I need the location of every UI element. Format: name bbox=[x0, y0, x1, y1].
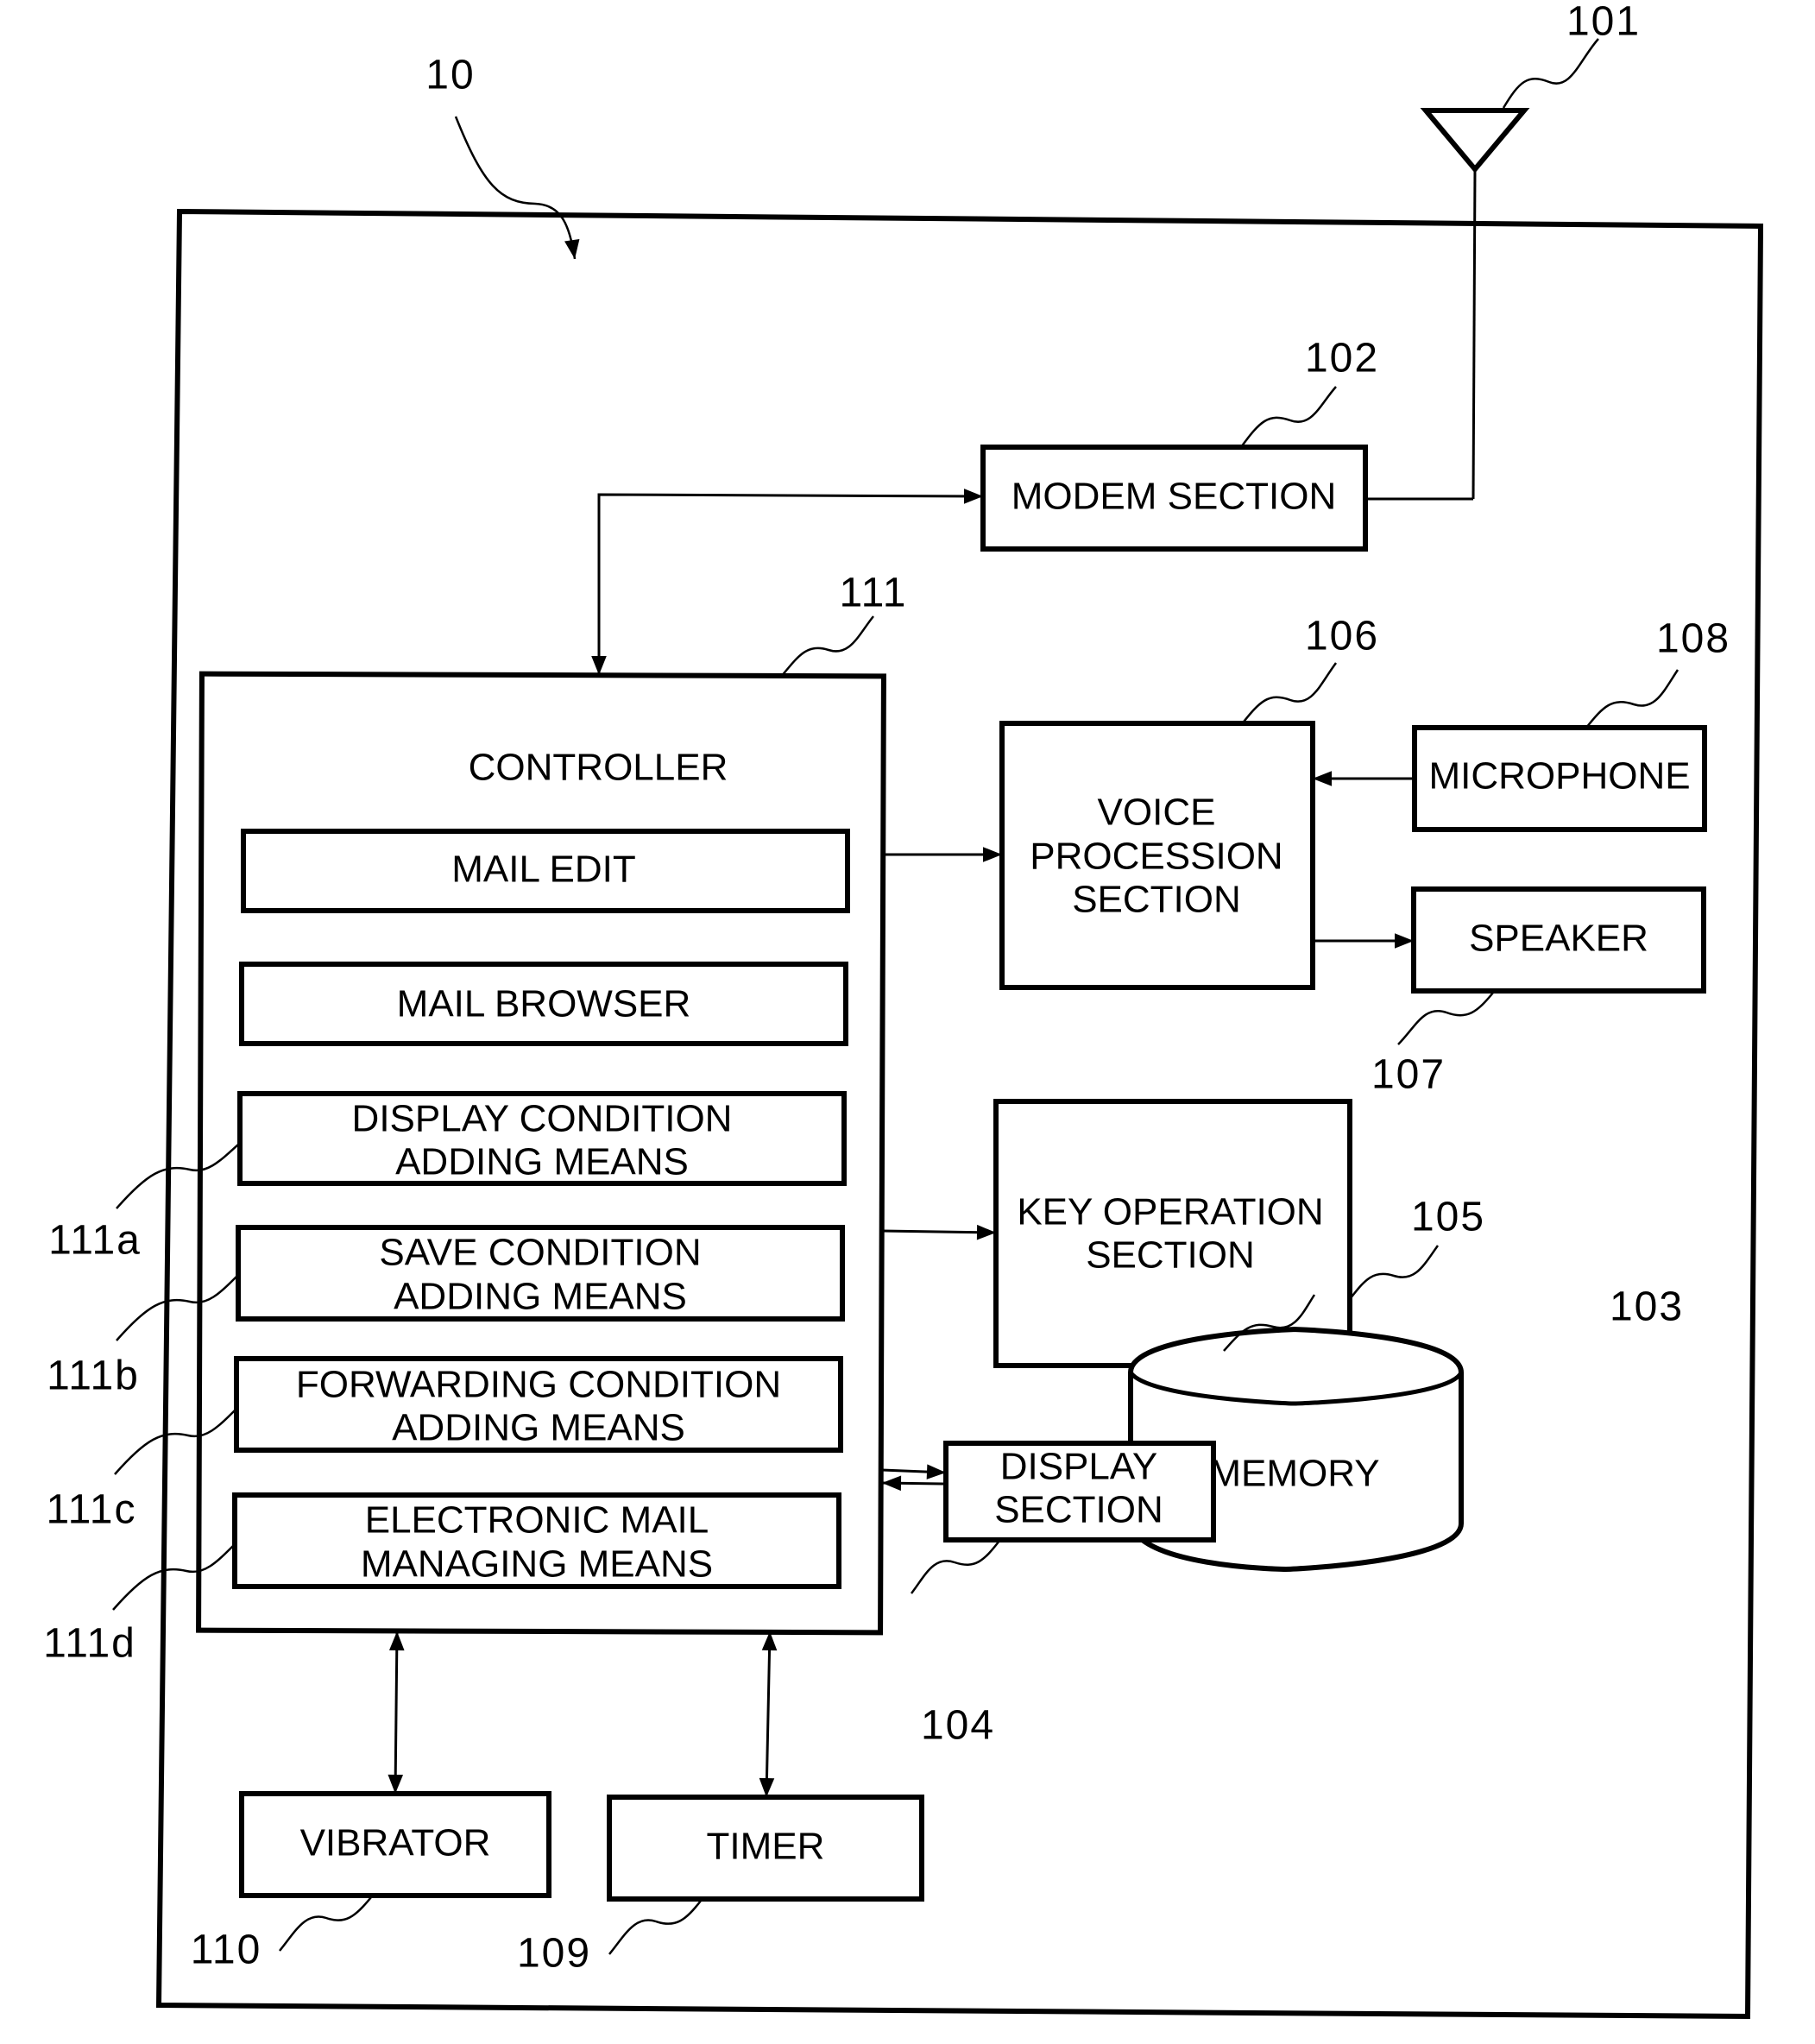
module-c-ref: 111c bbox=[47, 1487, 137, 1533]
voice-processing-label-line1: VOICE bbox=[1098, 792, 1216, 834]
display-section-label-line2: SECTION bbox=[994, 1489, 1163, 1531]
save-condition-label-line1: SAVE CONDITION bbox=[379, 1232, 701, 1274]
voice-processing-ref: 106 bbox=[1305, 614, 1379, 659]
microphone-label: MICROPHONE bbox=[1428, 755, 1690, 798]
memory-ref: 103 bbox=[1610, 1284, 1684, 1330]
module-a-ref: 111a bbox=[48, 1218, 142, 1264]
speaker-ref: 107 bbox=[1371, 1052, 1446, 1098]
key-operation-label-line1: KEY OPERATION bbox=[1017, 1191, 1323, 1233]
display-condition-label-line2: ADDING MEANS bbox=[395, 1141, 689, 1183]
voice-processing-label-line3: SECTION bbox=[1072, 879, 1241, 921]
mail-edit-label: MAIL EDIT bbox=[451, 849, 636, 891]
microphone-leader bbox=[1585, 669, 1680, 729]
key-operation-label-line2: SECTION bbox=[1086, 1234, 1255, 1277]
memory-label: MEMORY bbox=[1209, 1453, 1379, 1495]
controller-timer-wire bbox=[759, 1631, 778, 1798]
voice-processing-leader bbox=[1240, 662, 1338, 726]
controller-key-wire bbox=[881, 1224, 997, 1240]
display-condition-label-line1: DISPLAY CONDITION bbox=[352, 1098, 733, 1140]
antenna-leader bbox=[1502, 38, 1599, 109]
controller-module-save-condition: SAVE CONDITION ADDING MEANS bbox=[236, 1225, 845, 1322]
speaker-leader bbox=[1397, 992, 1494, 1045]
display-ref: 104 bbox=[921, 1703, 995, 1749]
block-diagram: 10 101 MODEM SECTION 102 CONTROLLER 111 … bbox=[43, 0, 1764, 2020]
controller-module-mail-edit: MAIL EDIT bbox=[241, 829, 850, 913]
controller-module-mail-managing: ELECTRONIC MAIL MANAGING MEANS bbox=[232, 1492, 841, 1589]
controller-vibrator-wire bbox=[388, 1631, 405, 1795]
antenna-wire bbox=[1472, 168, 1477, 500]
mail-managing-label-line1: ELECTRONIC MAIL bbox=[365, 1499, 709, 1542]
controller-display-wire bbox=[881, 1464, 947, 1479]
microphone-ref: 108 bbox=[1656, 616, 1730, 662]
key-operation-leader bbox=[1349, 1245, 1440, 1300]
module-b-ref: 111b bbox=[47, 1353, 140, 1399]
mail-managing-label-line2: MANAGING MEANS bbox=[361, 1543, 713, 1586]
antenna-icon bbox=[1420, 108, 1530, 173]
display-section-label-line1: DISPLAY bbox=[1000, 1446, 1158, 1488]
modem-ref: 102 bbox=[1305, 336, 1379, 382]
forwarding-condition-label-line1: FORWARDING CONDITION bbox=[296, 1364, 781, 1406]
modem-leader bbox=[1239, 386, 1337, 448]
antenna-ref: 101 bbox=[1566, 0, 1641, 45]
controller-module-display-condition: DISPLAY CONDITION ADDING MEANS bbox=[237, 1091, 847, 1186]
timer-ref: 109 bbox=[517, 1931, 591, 1977]
controller-modem-wire bbox=[591, 489, 984, 675]
speaker-label: SPEAKER bbox=[1469, 918, 1648, 960]
timer-leader bbox=[608, 1900, 702, 1955]
mail-browser-label: MAIL BROWSER bbox=[397, 983, 691, 1025]
voice-processing-label-line2: PROCESSION bbox=[1030, 836, 1282, 878]
device-ref: 10 bbox=[425, 53, 475, 98]
vibrator-ref: 110 bbox=[191, 1927, 262, 1973]
modem-section-label: MODEM SECTION bbox=[1011, 476, 1336, 518]
timer-label: TIMER bbox=[707, 1826, 825, 1868]
controller-label: CONTROLLER bbox=[469, 747, 728, 789]
controller-module-mail-browser: MAIL BROWSER bbox=[239, 962, 848, 1046]
controller-module-forwarding-condition: FORWARDING CONDITION ADDING MEANS bbox=[234, 1356, 843, 1453]
controller-ref: 111 bbox=[840, 571, 908, 616]
module-d-ref: 111d bbox=[43, 1621, 136, 1667]
vibrator-leader bbox=[279, 1896, 372, 1952]
display-leader bbox=[911, 1540, 1000, 1594]
vibrator-label: VIBRATOR bbox=[300, 1822, 491, 1864]
forwarding-condition-label-line2: ADDING MEANS bbox=[392, 1407, 685, 1449]
key-operation-ref: 105 bbox=[1411, 1195, 1485, 1240]
save-condition-label-line2: ADDING MEANS bbox=[394, 1276, 687, 1318]
device-leader-arrow bbox=[454, 116, 580, 260]
controller-leader bbox=[780, 615, 874, 678]
